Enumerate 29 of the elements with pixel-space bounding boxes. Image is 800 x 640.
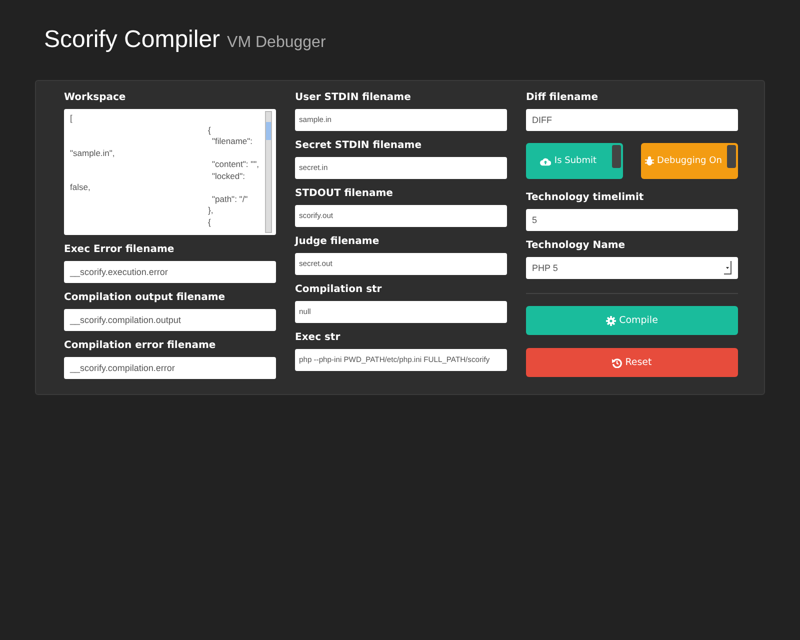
input-field[interactable]: __scorify.execution.error	[64, 261, 276, 283]
workspace-textarea[interactable]: [ { "filename": "sample.in", "content": "", "locked": false, "path": "/" }, {	[64, 109, 276, 235]
page-title: Scorify Compiler	[44, 26, 220, 54]
page-subtitle: VM Debugger	[227, 34, 326, 52]
field-label: Judge filename	[295, 235, 380, 249]
bug-icon	[645, 156, 654, 166]
input-field[interactable]: __scorify.compilation.output	[64, 309, 276, 331]
field-label: Diff filename	[526, 91, 598, 105]
field-label: Exec str	[295, 331, 340, 345]
field-label: Compilation str	[295, 283, 382, 297]
field-label: Technology timelimit	[526, 191, 644, 205]
field-label: Exec Error filename	[64, 243, 174, 257]
field-label: User STDIN filename	[295, 91, 411, 105]
technology-dropdown[interactable]: PHP 5	[526, 257, 738, 279]
gear-icon	[606, 316, 616, 326]
field-label: Compilation error filename	[64, 339, 216, 353]
field-label: Secret STDIN filename	[295, 139, 422, 153]
field-label: Technology Name	[526, 239, 626, 253]
input-field[interactable]: DIFF	[526, 109, 738, 131]
reset-button[interactable]: Reset	[526, 348, 738, 377]
scrollbar[interactable]	[265, 111, 272, 233]
input-field[interactable]: __scorify.compilation.error	[64, 357, 276, 379]
history-icon	[612, 358, 622, 368]
input-field[interactable]: 5	[526, 209, 738, 231]
field-label: STDOUT filename	[295, 187, 393, 201]
dropdown-arrow-icon	[724, 261, 732, 275]
field-label: Workspace	[64, 91, 126, 105]
field-label: Compilation output filename	[64, 291, 226, 305]
cloud-upload-icon	[540, 156, 552, 166]
